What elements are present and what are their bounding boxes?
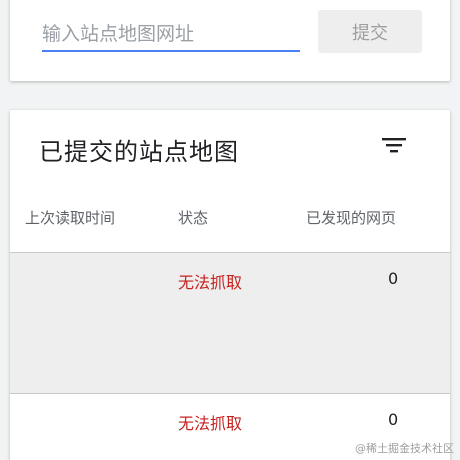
column-header-status[interactable]: 状态 xyxy=(178,207,208,228)
pages-found-cell: 0 xyxy=(388,269,399,288)
submit-button[interactable]: 提交 xyxy=(318,10,422,53)
submit-sitemap-card: 提交 xyxy=(10,0,450,81)
column-header-last-read[interactable]: 上次读取时间 xyxy=(25,207,115,228)
column-header-pages-found[interactable]: 已发现的网页 xyxy=(306,207,396,228)
submitted-sitemaps-card: 已提交的站点地图 上次读取时间 状态 已发现的网页 无法抓取 0 无法抓取 0 xyxy=(10,110,450,460)
watermark: @稀土掘金技术社区 xyxy=(355,442,454,455)
status-cell: 无法抓取 xyxy=(178,273,243,292)
status-cell: 无法抓取 xyxy=(178,414,243,433)
filter-list-icon[interactable] xyxy=(382,135,406,155)
card-title: 已提交的站点地图 xyxy=(39,138,239,166)
page: 提交 已提交的站点地图 上次读取时间 状态 已发现的网页 无法抓取 0 无法抓取… xyxy=(0,0,460,460)
table-row[interactable]: 无法抓取 0 xyxy=(10,252,450,394)
pages-found-cell: 0 xyxy=(388,410,399,429)
sitemap-url-input[interactable] xyxy=(42,20,300,52)
